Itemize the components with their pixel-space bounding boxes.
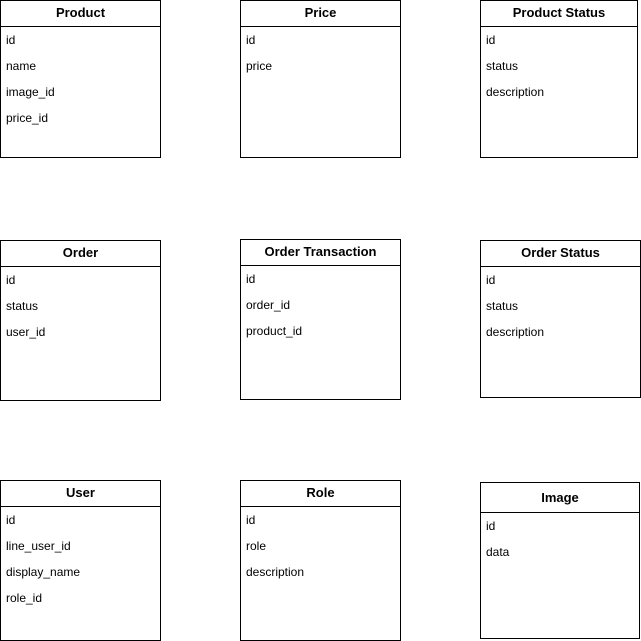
- field-id: id: [6, 513, 16, 527]
- field-display-name: display_name: [6, 565, 81, 579]
- entity-title: Product: [1, 1, 160, 27]
- entity-order-transaction[interactable]: Order Transaction id order_id product_id: [240, 239, 401, 400]
- entity-image[interactable]: Image id data: [480, 482, 640, 639]
- entity-title: Order Status: [481, 241, 640, 267]
- field-description: description: [486, 325, 545, 339]
- field-list: id order_id product_id: [241, 266, 400, 344]
- field-description: description: [486, 85, 545, 99]
- field-status: status: [6, 299, 39, 313]
- field-order-id: order_id: [246, 298, 291, 312]
- field-id: id: [486, 273, 496, 287]
- field-id: id: [246, 33, 256, 47]
- field-id: id: [246, 272, 256, 286]
- field-list: id role description: [241, 507, 400, 585]
- entity-title: User: [1, 481, 160, 507]
- entity-price[interactable]: Price id price: [240, 0, 401, 158]
- field-list: id status description: [481, 27, 637, 105]
- entity-order[interactable]: Order id status user_id: [0, 240, 161, 401]
- entity-user[interactable]: User id line_user_id display_name role_i…: [0, 480, 161, 641]
- entity-product-status[interactable]: Product Status id status description: [480, 0, 638, 158]
- field-price: price: [246, 59, 273, 73]
- entity-title: Product Status: [481, 1, 637, 27]
- entity-title: Order Transaction: [241, 240, 400, 266]
- field-id: id: [6, 33, 16, 47]
- field-list: id status user_id: [1, 267, 160, 345]
- field-id: id: [6, 273, 16, 287]
- entity-title: Image: [481, 483, 639, 513]
- field-data: data: [486, 545, 510, 559]
- field-image-id: image_id: [6, 85, 55, 99]
- field-role: role: [246, 539, 267, 553]
- field-status: status: [486, 59, 519, 73]
- field-role-id: role_id: [6, 591, 43, 605]
- field-description: description: [246, 565, 305, 579]
- field-list: id price: [241, 27, 400, 79]
- field-id: id: [246, 513, 256, 527]
- field-id: id: [486, 519, 496, 533]
- field-product-id: product_id: [246, 324, 303, 338]
- entity-order-status[interactable]: Order Status id status description: [480, 240, 641, 398]
- field-list: id line_user_id display_name role_id: [1, 507, 160, 611]
- entity-title: Order: [1, 241, 160, 267]
- entity-title: Price: [241, 1, 400, 27]
- entity-role[interactable]: Role id role description: [240, 480, 401, 641]
- field-name: name: [6, 59, 37, 73]
- field-id: id: [486, 33, 496, 47]
- field-user-id: user_id: [6, 325, 46, 339]
- field-list: id status description: [481, 267, 640, 345]
- field-list: id name image_id price_id: [1, 27, 160, 131]
- entity-product[interactable]: Product id name image_id price_id: [0, 0, 161, 158]
- field-list: id data: [481, 513, 639, 565]
- entity-title: Role: [241, 481, 400, 507]
- field-status: status: [486, 299, 519, 313]
- field-price-id: price_id: [6, 111, 49, 125]
- field-line-user-id: line_user_id: [6, 539, 71, 553]
